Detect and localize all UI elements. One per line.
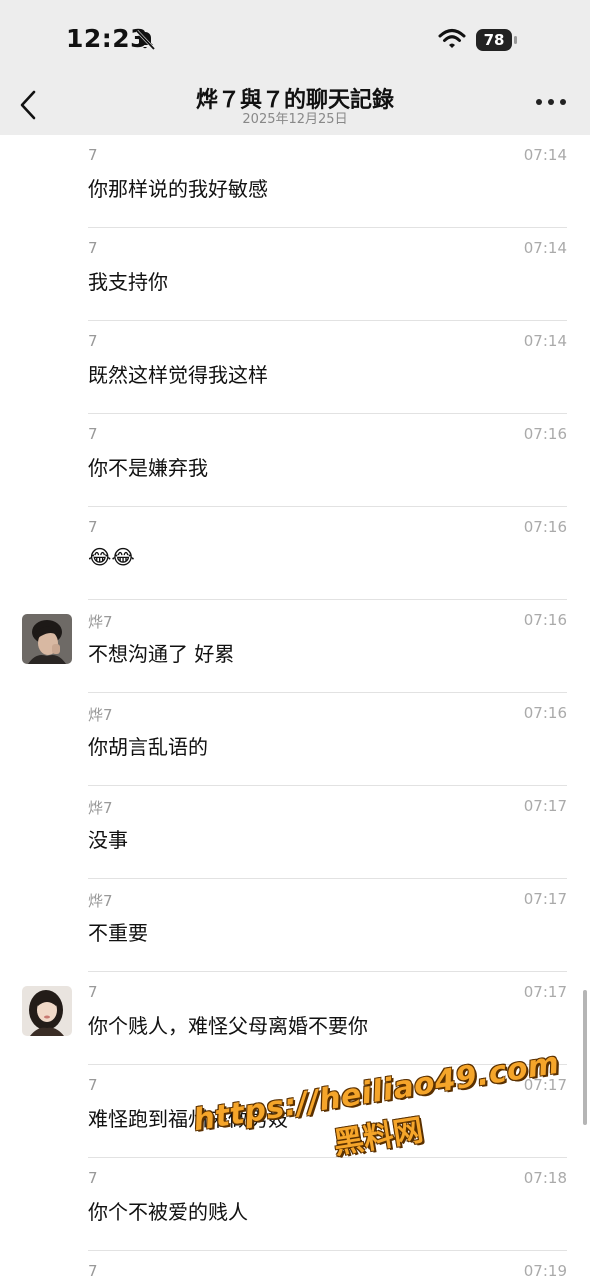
message-text: 你个贱人，难怪父母离婚不要你 <box>88 1014 368 1038</box>
message-text: 既然这样觉得我这样 <box>88 363 268 387</box>
chat-date: 2025年12月25日 <box>242 112 348 127</box>
sender-name: 7 <box>88 518 98 536</box>
list-item: 7 07:17 你个贱人，难怪父母离婚不要你 <box>0 972 590 1065</box>
sender-name: 7 <box>88 425 98 443</box>
list-item: 7 07:19 <box>0 1251 590 1280</box>
message-time: 07:14 <box>523 146 567 164</box>
message-text: 难怪跑到福州来做男妓 <box>88 1107 288 1131</box>
message-time: 07:18 <box>523 1169 567 1187</box>
sender-name: 7 <box>88 239 98 257</box>
message-text: 你那样说的我好敏感 <box>88 177 268 201</box>
sender-name: 7 <box>88 1169 98 1187</box>
list-item: 烨7 07:16 你胡言乱语的 <box>0 693 590 786</box>
list-item: 7 07:14 你那样说的我好敏感 <box>0 135 590 228</box>
sender-name: 7 <box>88 146 98 164</box>
sender-name: 7 <box>88 332 98 350</box>
list-item: 烨7 07:17 不重要 <box>0 879 590 972</box>
message-time: 07:17 <box>523 1076 567 1094</box>
list-item: 7 07:14 我支持你 <box>0 228 590 321</box>
message-time: 07:16 <box>523 518 567 536</box>
message-text: 你胡言乱语的 <box>88 735 208 759</box>
message-text: 不重要 <box>88 921 148 945</box>
message-text: 😂😂 <box>88 545 135 569</box>
message-time: 07:16 <box>523 704 567 722</box>
scrollbar[interactable] <box>583 990 587 1125</box>
list-item: 烨7 07:16 不想沟通了 好累 <box>0 600 590 693</box>
top-bar: 12:23 78 烨７與７的聊天記錄 2025年12月25日 <box>0 0 590 135</box>
message-time: 07:19 <box>523 1262 567 1280</box>
list-item: 烨7 07:17 没事 <box>0 786 590 879</box>
message-time: 07:16 <box>523 425 567 443</box>
message-time: 07:17 <box>523 890 567 908</box>
avatar[interactable] <box>22 614 72 664</box>
sender-name: 烨7 <box>88 613 113 631</box>
list-item: 7 07:14 既然这样觉得我这样 <box>0 321 590 414</box>
sender-name: 烨7 <box>88 706 113 724</box>
message-text: 你不是嫌弃我 <box>88 456 208 480</box>
sender-name: 烨7 <box>88 799 113 817</box>
message-list[interactable]: 7 07:14 你那样说的我好敏感 7 07:14 我支持你 7 07:14 既… <box>0 135 590 1280</box>
message-time: 07:17 <box>523 983 567 1001</box>
message-text: 不想沟通了 好累 <box>88 642 235 666</box>
list-item: 7 07:17 难怪跑到福州来做男妓 <box>0 1065 590 1158</box>
bell-muted-icon <box>135 29 156 51</box>
list-item: 7 07:16 😂😂 <box>0 507 590 600</box>
message-time: 07:17 <box>523 797 567 815</box>
sender-name: 7 <box>88 1262 98 1280</box>
message-text: 我支持你 <box>88 270 168 294</box>
sender-name: 7 <box>88 1076 98 1094</box>
list-item: 7 07:16 你不是嫌弃我 <box>0 414 590 507</box>
more-icon[interactable] <box>536 99 568 107</box>
message-text: 没事 <box>88 828 128 852</box>
battery-level: 78 <box>476 29 512 51</box>
message-time: 07:14 <box>523 239 567 257</box>
wifi-icon <box>438 29 466 48</box>
sender-name: 7 <box>88 983 98 1001</box>
sender-name: 烨7 <box>88 892 113 910</box>
message-text: 你个不被爱的贱人 <box>88 1200 248 1224</box>
avatar[interactable] <box>22 986 72 1036</box>
list-item: 7 07:18 你个不被爱的贱人 <box>0 1158 590 1251</box>
battery-icon: 78 <box>476 29 518 51</box>
message-time: 07:16 <box>523 611 567 629</box>
message-time: 07:14 <box>523 332 567 350</box>
